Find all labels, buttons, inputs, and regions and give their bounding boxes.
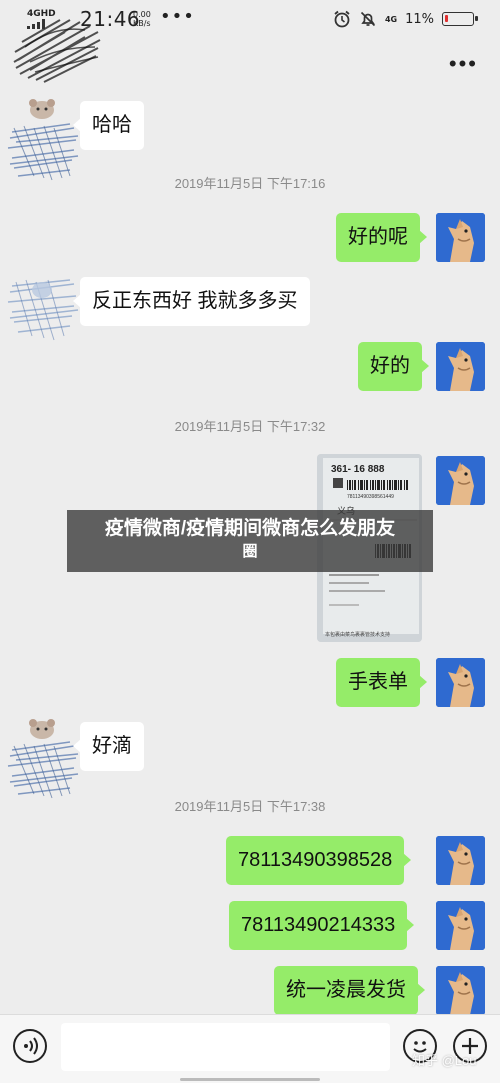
alarm-icon [334,10,350,28]
my-avatar[interactable] [436,342,485,391]
article-title-banner: 疫情微商/疫情期间微商怎么发朋友 圈 [67,510,433,572]
zhihu-watermark: 知乎 @Lou [412,1053,477,1068]
mute-bell-icon [360,11,376,27]
alpaca-avatar-icon [436,456,485,505]
contact-avatar[interactable] [4,262,80,348]
battery-percent: 11% [405,11,434,27]
home-indicator[interactable] [180,1078,320,1081]
message-timestamp: 2019年11月5日 下午17:38 [174,799,326,814]
network-type-right: 4G [384,14,398,24]
message-incoming[interactable]: 反正东西好 我就多多买 [73,277,310,326]
contact-avatar[interactable] [4,716,80,802]
message-outgoing[interactable]: 统一凌晨发货 [274,966,425,1015]
alpaca-avatar-icon [436,213,485,262]
redacted-title-scribble [13,19,101,83]
message-incoming[interactable]: 好滴 [73,722,144,771]
alpaca-avatar-icon [436,342,485,391]
net-speed: 0.00 KB/s [133,10,151,28]
voice-icon [24,1037,38,1055]
notification-dots: ••• [160,6,195,27]
message-outgoing[interactable]: 好的 [358,342,429,391]
message-outgoing[interactable]: 手表单 [336,658,427,707]
banner-title: 疫情微商/疫情期间微商怎么发朋友 [104,518,396,539]
svg-text:78113490398561449: 78113490398561449 [347,494,394,500]
battery-fill [445,15,448,22]
message-timestamp: 2019年11月5日 下午17:16 [174,176,326,191]
voice-input-button[interactable] [13,1029,47,1063]
message-incoming[interactable]: 哈哈 [73,101,144,150]
message-input[interactable] [61,1023,390,1071]
svg-text:本包裹由菜鸟裹裹管技术支持: 本包裹由菜鸟裹裹管技术支持 [325,631,390,638]
my-avatar[interactable] [436,658,485,707]
chat-input-bar [0,1014,500,1083]
alpaca-avatar-icon [436,966,485,1015]
message-outgoing[interactable]: 78113490398528 [226,836,412,885]
my-avatar[interactable] [436,966,485,1015]
alpaca-avatar-icon [436,836,485,885]
message-outgoing[interactable]: 78113490214333 [229,901,415,950]
banner-title-cont: 圈 [242,543,258,560]
my-avatar[interactable] [436,456,485,505]
my-avatar[interactable] [436,901,485,950]
message-outgoing[interactable]: 好的呢 [336,213,427,262]
more-options-button[interactable]: ••• [449,53,478,75]
alpaca-avatar-icon [436,901,485,950]
my-avatar[interactable] [436,213,485,262]
my-avatar[interactable] [436,836,485,885]
message-timestamp: 2019年11月5日 下午17:32 [174,419,326,434]
svg-text:361- 16 888: 361- 16 888 [331,464,385,475]
alpaca-avatar-icon [436,658,485,707]
battery-icon [442,12,478,26]
contact-avatar[interactable] [4,98,80,184]
